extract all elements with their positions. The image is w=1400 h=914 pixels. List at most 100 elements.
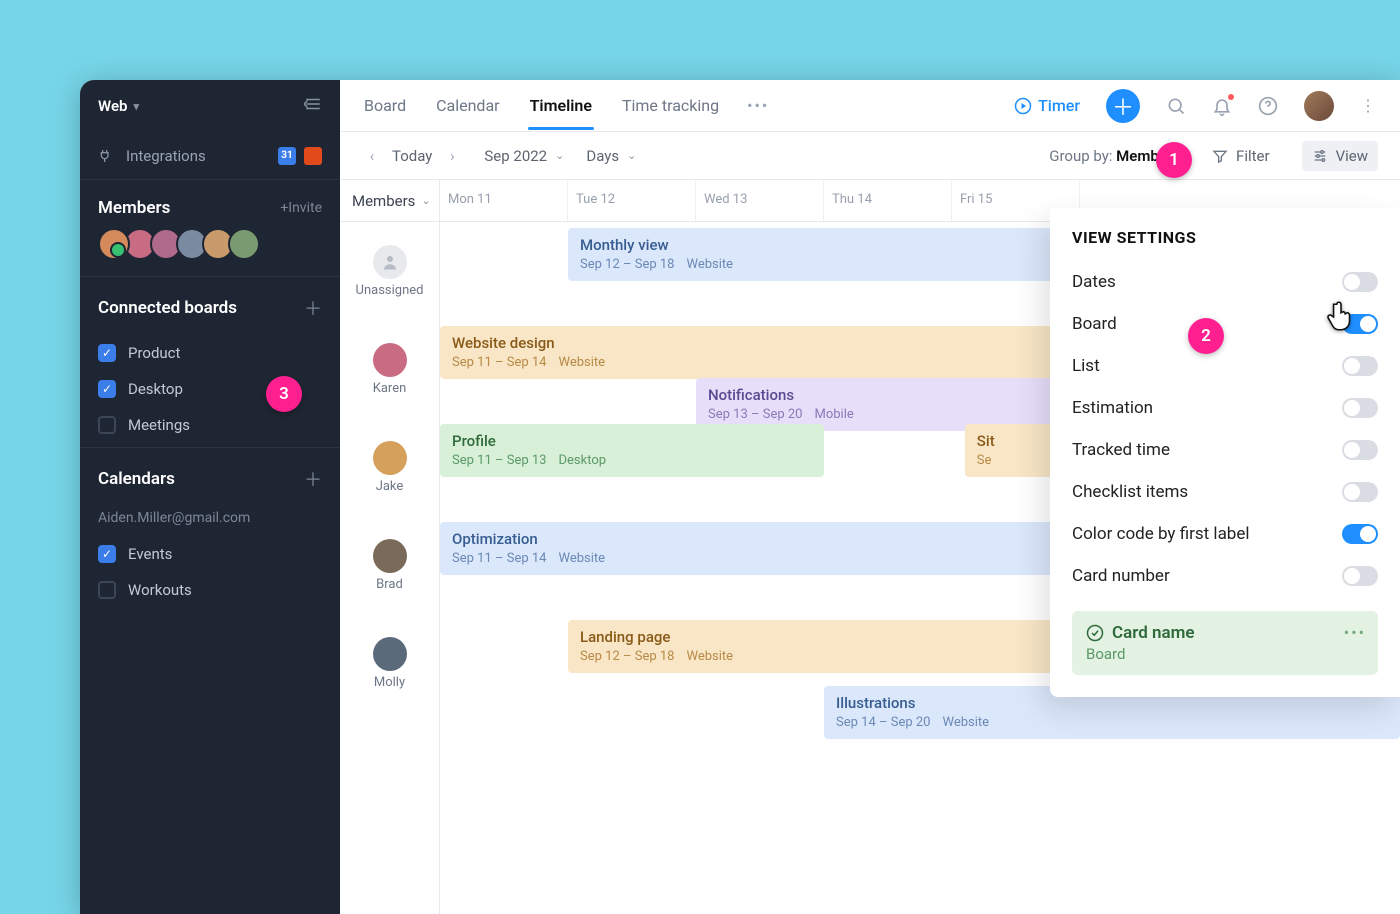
day-column-header: Tue 12 xyxy=(568,180,696,221)
task-board: Desktop xyxy=(558,453,606,469)
collapse-sidebar-icon[interactable] xyxy=(304,97,322,115)
calendar-item[interactable]: Workouts xyxy=(86,572,334,608)
member-avatar xyxy=(373,343,407,377)
task-dates: Sep 11 – Sep 14 xyxy=(452,355,546,371)
task-board: Website xyxy=(686,257,733,273)
add-button[interactable]: ＋ xyxy=(1106,89,1140,123)
day-column-header: Thu 14 xyxy=(824,180,952,221)
workspace-name: Web xyxy=(98,97,127,115)
view-setting-label: Tracked time xyxy=(1072,440,1170,460)
member-avatars[interactable] xyxy=(80,228,340,276)
prev-period-button[interactable]: ‹ xyxy=(362,147,382,165)
toggle[interactable] xyxy=(1342,398,1378,418)
help-icon[interactable] xyxy=(1258,96,1278,116)
workspace-switcher[interactable]: Web ▾ xyxy=(98,97,139,115)
member-cell[interactable]: Unassigned xyxy=(340,222,439,320)
checkbox[interactable] xyxy=(98,545,116,563)
chevron-down-icon: ▾ xyxy=(133,100,139,113)
task-dates: Sep 12 – Sep 18 xyxy=(580,649,674,665)
toggle[interactable] xyxy=(1342,272,1378,292)
cursor-icon xyxy=(1324,300,1358,338)
member-avatar xyxy=(373,441,407,475)
member-name: Molly xyxy=(374,675,405,690)
member-name: Brad xyxy=(376,577,403,592)
filter-button[interactable]: Filter xyxy=(1202,141,1280,171)
tab-board[interactable]: Board xyxy=(362,82,408,129)
day-column-header: Wed 13 xyxy=(696,180,824,221)
checkbox[interactable] xyxy=(98,581,116,599)
search-icon[interactable] xyxy=(1166,96,1186,116)
add-calendar-button[interactable]: ＋ xyxy=(304,466,322,492)
add-board-button[interactable]: ＋ xyxy=(304,295,322,321)
member-cell[interactable]: Brad xyxy=(340,516,439,614)
filter-icon xyxy=(1212,148,1228,164)
board-label: Meetings xyxy=(128,416,190,434)
view-preview-card: Card name Board ••• xyxy=(1072,611,1378,675)
calendar-item[interactable]: Events xyxy=(86,536,334,572)
board-label: Desktop xyxy=(128,380,183,398)
invite-button[interactable]: +Invite xyxy=(280,200,322,216)
connected-boards-heading: Connected boards xyxy=(98,298,237,318)
timeline-toolbar: ‹ Today › Sep 2022 ⌄ Days ⌄ Group by: Me… xyxy=(340,132,1400,180)
calendar-label: Events xyxy=(128,545,172,563)
board-item[interactable]: Product xyxy=(86,335,334,371)
board-item[interactable]: Meetings xyxy=(86,407,334,443)
member-avatar xyxy=(373,539,407,573)
scale-select[interactable]: Days ⌄ xyxy=(586,147,636,165)
sidebar-integrations-link[interactable]: Integrations xyxy=(98,147,206,165)
chevron-down-icon: ⌄ xyxy=(421,194,430,207)
header-more-icon[interactable]: ⋮ xyxy=(1360,96,1378,115)
toggle[interactable] xyxy=(1342,356,1378,376)
tab-calendar[interactable]: Calendar xyxy=(434,82,501,129)
task-bar[interactable]: Profile Sep 11 – Sep 13Desktop xyxy=(440,424,824,477)
member-cell[interactable]: Karen xyxy=(340,320,439,418)
view-setting-row: List xyxy=(1072,345,1378,387)
timer-button[interactable]: Timer xyxy=(1014,96,1080,115)
task-dates: Sep 11 – Sep 14 xyxy=(452,551,546,567)
member-cell[interactable]: Jake xyxy=(340,418,439,516)
toggle[interactable] xyxy=(1342,524,1378,544)
calendars-heading: Calendars xyxy=(98,469,175,489)
tab-timeline[interactable]: Timeline xyxy=(528,82,594,129)
sliders-icon xyxy=(1312,148,1328,164)
tab-time-tracking[interactable]: Time tracking xyxy=(620,82,721,129)
chevron-down-icon: ⌄ xyxy=(627,149,636,162)
member-avatar xyxy=(373,637,407,671)
members-column: Members ⌄ Unassigned Karen Jake Brad Molly xyxy=(340,180,440,914)
bell-icon[interactable] xyxy=(1212,96,1232,116)
today-button[interactable]: Today xyxy=(392,147,432,165)
member-cell[interactable]: Molly xyxy=(340,614,439,712)
card-more-icon[interactable]: ••• xyxy=(1344,623,1366,642)
chevron-down-icon: ⌄ xyxy=(555,149,564,162)
task-title: Profile xyxy=(452,432,812,451)
view-setting-label: List xyxy=(1072,356,1100,376)
task-dates: Sep 12 – Sep 18 xyxy=(580,257,674,273)
view-setting-row: Tracked time xyxy=(1072,429,1378,471)
view-settings-panel: VIEW SETTINGS Dates Board List Estimatio… xyxy=(1050,208,1400,697)
toggle[interactable] xyxy=(1342,440,1378,460)
view-settings-title: VIEW SETTINGS xyxy=(1072,228,1378,247)
view-setting-label: Board xyxy=(1072,314,1117,334)
sidebar: Web ▾ Integrations 31 Members +Invite xyxy=(80,80,340,914)
main-area: Board Calendar Timeline Time tracking ••• T… xyxy=(340,80,1400,914)
toggle[interactable] xyxy=(1342,482,1378,502)
user-avatar[interactable] xyxy=(1304,91,1334,121)
view-setting-row: Checklist items xyxy=(1072,471,1378,513)
checkbox[interactable] xyxy=(98,380,116,398)
calendar-label: Workouts xyxy=(128,581,192,599)
period-select[interactable]: Sep 2022 ⌄ xyxy=(484,147,564,165)
checkbox[interactable] xyxy=(98,344,116,362)
toggle[interactable] xyxy=(1342,566,1378,586)
check-circle-icon xyxy=(1086,624,1104,642)
members-column-header[interactable]: Members ⌄ xyxy=(340,180,439,222)
member-name: Karen xyxy=(373,381,407,396)
office365-icon[interactable] xyxy=(304,147,322,165)
more-tabs-icon[interactable]: ••• xyxy=(747,96,769,115)
view-setting-label: Checklist items xyxy=(1072,482,1188,502)
next-period-button[interactable]: › xyxy=(442,147,462,165)
play-circle-icon xyxy=(1014,97,1032,115)
checkbox[interactable] xyxy=(98,416,116,434)
view-button[interactable]: View xyxy=(1302,141,1378,171)
plug-icon xyxy=(98,148,114,164)
google-calendar-icon[interactable]: 31 xyxy=(278,147,296,165)
